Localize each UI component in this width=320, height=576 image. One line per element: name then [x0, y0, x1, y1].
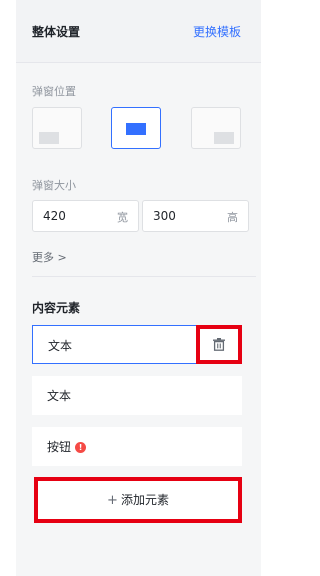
width-input[interactable]: 420 宽: [32, 200, 139, 232]
change-template-link[interactable]: 更换模板: [193, 23, 241, 40]
position-center-icon: [126, 123, 146, 135]
element-row-text-2[interactable]: 文本: [32, 376, 242, 415]
panel-header: 整体设置 更换模板: [16, 0, 261, 63]
position-right-icon: [214, 132, 234, 144]
element-label: 文本: [48, 339, 73, 353]
element-label-wrap: 按钮!: [47, 438, 87, 455]
height-value: 300: [153, 209, 176, 223]
popup-size-label: 弹窗大小: [32, 179, 76, 192]
element-label: 按钮: [47, 440, 72, 454]
width-value: 420: [43, 209, 66, 223]
popup-position-label: 弹窗位置: [32, 85, 76, 98]
add-element-label: 添加元素: [120, 493, 169, 507]
trash-icon: [213, 338, 225, 351]
element-label: 文本: [47, 389, 72, 403]
element-row-button[interactable]: 按钮!: [32, 427, 242, 466]
warning-icon: !: [75, 442, 87, 453]
delete-element-button[interactable]: [196, 325, 242, 364]
settings-panel: 整体设置 更换模板 弹窗位置 弹窗大小 420 宽 300 高 更多 > 内容元…: [16, 0, 261, 576]
width-unit: 宽: [117, 211, 128, 224]
element-row-text-1[interactable]: 文本: [32, 325, 242, 364]
position-left-icon: [39, 132, 59, 144]
plus-icon: +: [107, 493, 118, 508]
height-unit: 高: [227, 211, 238, 224]
panel-title: 整体设置: [32, 25, 81, 39]
section-divider: [32, 276, 256, 277]
more-link[interactable]: 更多 >: [32, 249, 67, 265]
position-option-left[interactable]: [32, 107, 82, 149]
content-elements-title: 内容元素: [32, 301, 81, 315]
height-input[interactable]: 300 高: [142, 200, 249, 232]
position-option-right[interactable]: [191, 107, 241, 149]
add-element-button[interactable]: + 添加元素: [34, 477, 242, 523]
position-option-center[interactable]: [111, 107, 161, 149]
